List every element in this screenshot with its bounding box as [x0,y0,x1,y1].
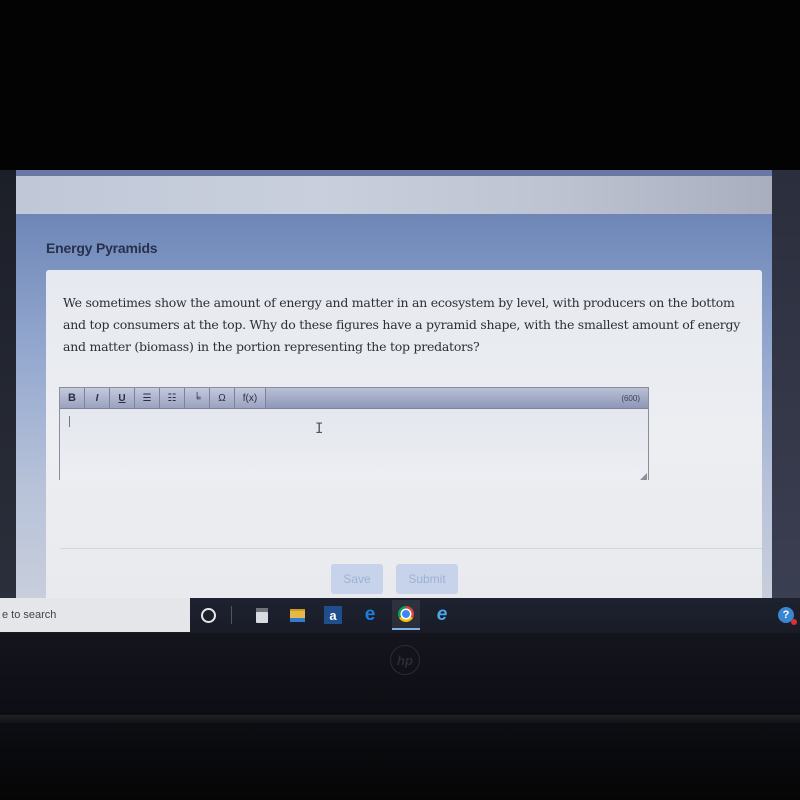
formula-button[interactable]: f(x) [235,388,266,408]
character-count: (600) [621,393,640,403]
calculator-app[interactable] [248,602,276,628]
bold-button[interactable]: B [60,388,85,408]
section-title: Energy Pyramids [46,240,158,256]
folder-icon [289,608,305,622]
internet-explorer-icon: e [436,604,448,625]
amazon-icon: a [324,606,342,624]
actions-divider [60,548,762,549]
calculator-icon [256,607,268,623]
hp-logo-icon: hp [390,645,420,675]
taskbar-search-input[interactable]: e to search [0,598,190,632]
chrome-icon [398,606,414,622]
special-characters-button[interactable]: Ω [210,388,235,408]
answer-editor: B I U ☰ ☷ ╘ Ω f(x) (600) I [59,387,649,481]
subscript-button[interactable]: ╘ [185,388,210,408]
bulleted-list-icon: ☰ [142,392,152,404]
laptop-hinge [0,715,800,723]
answer-text-area[interactable]: I [60,409,648,481]
taskbar-separator [231,606,232,624]
numbered-list-button[interactable]: ☷ [160,388,185,408]
file-explorer-app[interactable] [283,602,311,628]
resize-handle[interactable] [640,473,647,480]
save-button[interactable]: Save [331,564,383,594]
chrome-app[interactable] [392,600,420,630]
internet-explorer-app[interactable]: e [428,602,456,628]
subscript-icon: ╘ [193,392,201,404]
edge-app[interactable]: e [356,602,384,628]
cortana-button[interactable] [194,602,222,628]
monitor-bezel-top [0,0,800,170]
editor-toolbar: B I U ☰ ☷ ╘ Ω f(x) (600) [60,388,648,409]
underline-button[interactable]: U [110,388,135,408]
browser-header-strip [16,170,772,214]
omega-icon: Ω [218,392,226,404]
cortana-icon [200,607,216,623]
bulleted-list-button[interactable]: ☰ [135,388,160,408]
amazon-app[interactable]: a [319,602,347,628]
text-caret [69,416,70,427]
help-icon: ? [778,607,797,625]
numbered-list-icon: ☷ [167,392,177,404]
submit-button[interactable]: Submit [396,564,458,594]
edge-icon: e [364,604,376,625]
screen-left-edge [0,170,16,600]
screen-right-edge [770,170,800,600]
question-text: We sometimes show the amount of energy a… [63,295,741,354]
ibeam-cursor-icon: I [315,421,324,437]
italic-button[interactable]: I [85,388,110,408]
help-tray-button[interactable]: ? [772,602,800,628]
